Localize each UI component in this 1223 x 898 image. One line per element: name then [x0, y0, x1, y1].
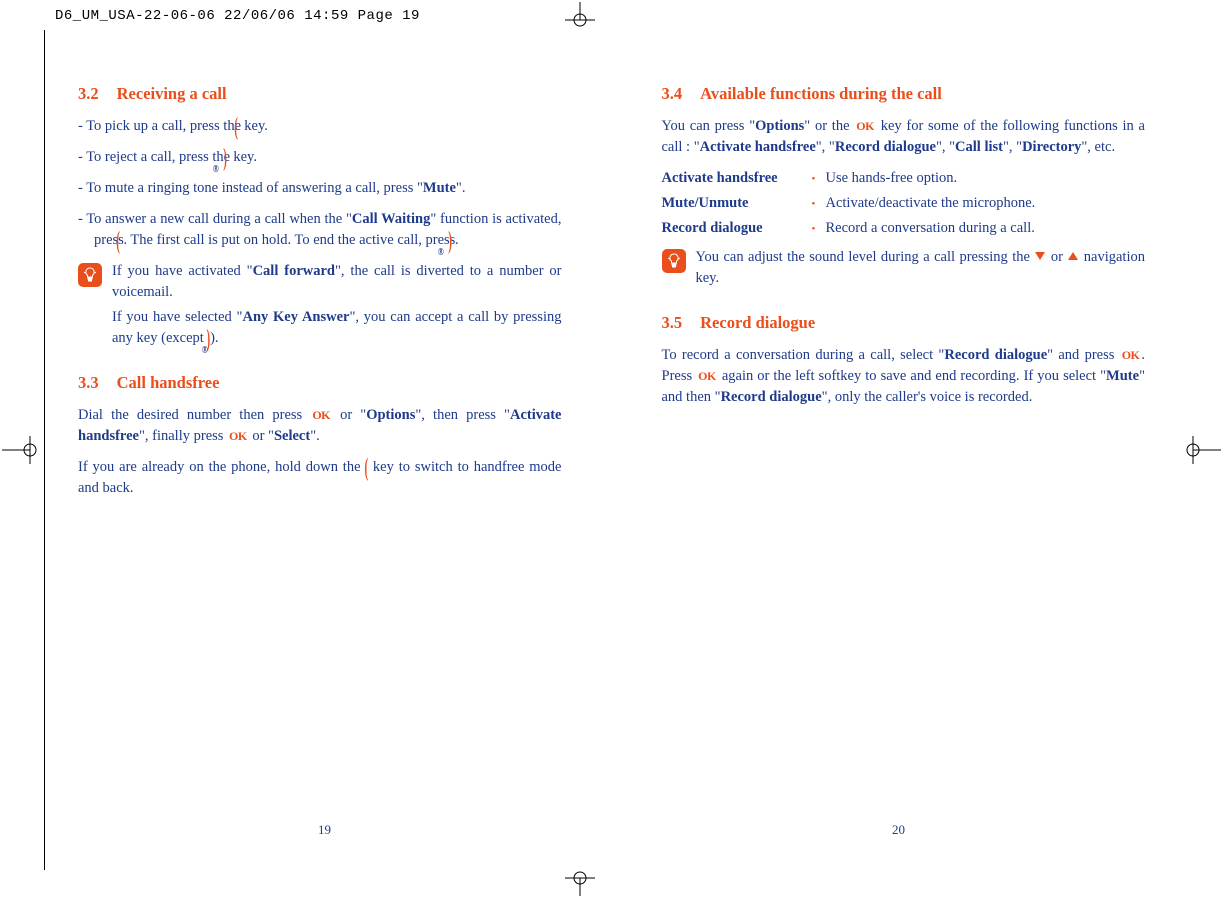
- functions-table: Activate handsfree • Use hands-free opti…: [662, 168, 1146, 239]
- list-item: To reject a call, press the ) key.: [78, 147, 562, 168]
- table-row: Mute/Unmute • Activate/deactivate the mi…: [662, 193, 1146, 214]
- tip-box: If you have activated "Call forward", th…: [78, 261, 562, 353]
- heading-3-3: 3.3Call handsfree: [78, 371, 562, 395]
- crop-mark-icon: [555, 2, 605, 27]
- page-right: 3.4Available functions during the call Y…: [662, 78, 1146, 509]
- heading-3-4: 3.4Available functions during the call: [662, 82, 1146, 106]
- ok-key-icon: OK: [698, 368, 716, 385]
- ok-key-icon: OK: [1122, 347, 1140, 364]
- bullet-icon: •: [812, 222, 826, 238]
- arrow-up-icon: [1068, 252, 1078, 260]
- list-item: To answer a new call during a call when …: [78, 209, 562, 251]
- page-number-left: 19: [318, 822, 331, 838]
- table-row: Activate handsfree • Use hands-free opti…: [662, 168, 1146, 189]
- print-header: D6_UM_USA-22-06-06 22/06/06 14:59 Page 1…: [55, 8, 420, 24]
- crop-mark-icon: [1181, 430, 1221, 470]
- page-left: 3.2Receiving a call To pick up a call, p…: [78, 78, 562, 509]
- ok-key-icon: OK: [856, 118, 874, 135]
- tip-body: If you have activated "Call forward", th…: [112, 261, 562, 353]
- list-item: To mute a ringing tone instead of answer…: [78, 178, 562, 199]
- crop-mark-icon: [555, 871, 605, 896]
- receiving-call-list: To pick up a call, press the ( key. To r…: [78, 116, 562, 251]
- paragraph: To record a conversation during a call, …: [662, 345, 1146, 408]
- lightbulb-icon: [662, 249, 686, 273]
- ok-key-icon: OK: [229, 428, 247, 445]
- lightbulb-icon: [78, 263, 102, 287]
- paragraph: Dial the desired number then press OK or…: [78, 405, 562, 447]
- heading-3-2: 3.2Receiving a call: [78, 82, 562, 106]
- bullet-icon: •: [812, 197, 826, 213]
- ok-key-icon: OK: [312, 407, 330, 424]
- call-key-icon: (: [365, 461, 369, 476]
- bullet-icon: •: [812, 172, 826, 188]
- paragraph: If you are already on the phone, hold do…: [78, 457, 562, 499]
- tip-box: You can adjust the sound level during a …: [662, 247, 1146, 293]
- end-key-icon: ): [207, 332, 211, 347]
- heading-3-5: 3.5Record dialogue: [662, 311, 1146, 335]
- arrow-down-icon: [1035, 252, 1045, 260]
- crop-line: [44, 30, 45, 870]
- list-item: To pick up a call, press the ( key.: [78, 116, 562, 137]
- tip-body: You can adjust the sound level during a …: [696, 247, 1146, 293]
- table-row: Record dialogue • Record a conversation …: [662, 218, 1146, 239]
- paragraph: You can press "Options" or the OK key fo…: [662, 116, 1146, 158]
- page-number-right: 20: [892, 822, 905, 838]
- crop-mark-icon: [2, 430, 42, 470]
